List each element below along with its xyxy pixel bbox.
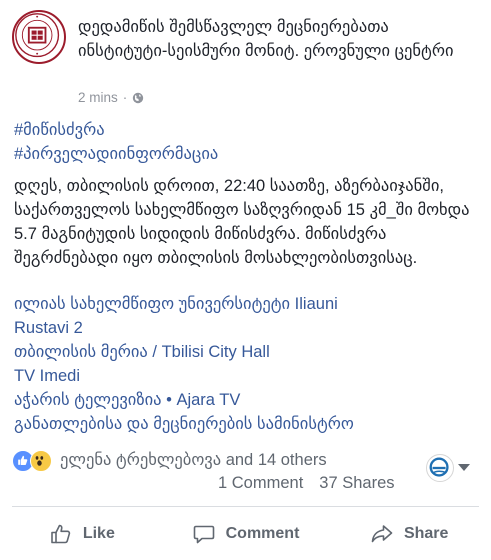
tagged-page-link[interactable]: ილიას სახელმწიფო უნივერსიტეტი Iliauni [14,292,354,316]
meta-separator: · [122,90,128,105]
tagged-pages: ილიას სახელმწიფო უნივერსიტეტი Iliauni Ru… [14,292,354,436]
tagged-page-link[interactable]: აჭარის ტელევიზია • Ajara TV [14,388,354,412]
share-label: Share [403,524,449,542]
engagement-counts: 1 Comment 37 Shares [218,474,395,493]
globe-icon [133,92,144,103]
tagged-page-link[interactable]: TV Imedi [14,364,354,388]
page-logo-icon[interactable] [426,454,454,482]
shares-count[interactable]: 37 Shares [319,474,394,492]
wow-reaction-icon [30,450,52,472]
thumbs-up-icon [51,524,71,543]
comment-button[interactable]: Comment [164,507,328,560]
comment-label: Comment [225,524,300,542]
post-actions: Like Comment Share [0,507,491,560]
hashtag-link[interactable]: #პირველადიინფორმაცია [14,142,218,166]
hashtags: #მიწისძვრა #პირველადიინფორმაცია [14,118,218,166]
post-body-text: დღეს, თბილისის დროით, 22:40 საათზე, აზერ… [14,177,470,267]
like-button[interactable]: Like [0,507,164,560]
institute-avatar[interactable] [12,10,66,64]
reactions-summary[interactable]: ელენა ტრეხლებოვა and 14 others [60,450,327,470]
like-label: Like [82,524,115,542]
facebook-post: დედამიწის შემსწავლელ მეცნიერებათა ინსტიტ… [0,0,491,560]
tagged-page-link[interactable]: თბილისის მერია / Tbilisi City Hall [14,340,354,364]
reaction-icons[interactable] [12,450,56,472]
share-arrow-icon [371,524,393,542]
share-button[interactable]: Share [327,507,491,560]
post-meta: 2 mins · [78,90,144,105]
institute-seal-logo [15,13,60,58]
post-timestamp[interactable]: 2 mins [78,90,118,105]
post-author-name[interactable]: დედამიწის შემსწავლელ მეცნიერებათა ინსტიტ… [78,15,482,63]
tagged-page-link[interactable]: Rustavi 2 [14,316,354,340]
reactions-bar: ელენა ტრეხლებოვა and 14 others [12,448,482,482]
comments-count[interactable]: 1 Comment [218,474,303,492]
tagged-page-link[interactable]: განათლებისა და მეცნიერების სამინისტრო [14,412,354,436]
post-header: დედამიწის შემსწავლელ მეცნიერებათა ინსტიტ… [12,10,482,105]
comment-bubble-icon [193,525,214,543]
chevron-down-icon[interactable] [458,464,470,471]
hashtag-link[interactable]: #მიწისძვრა [14,118,218,142]
